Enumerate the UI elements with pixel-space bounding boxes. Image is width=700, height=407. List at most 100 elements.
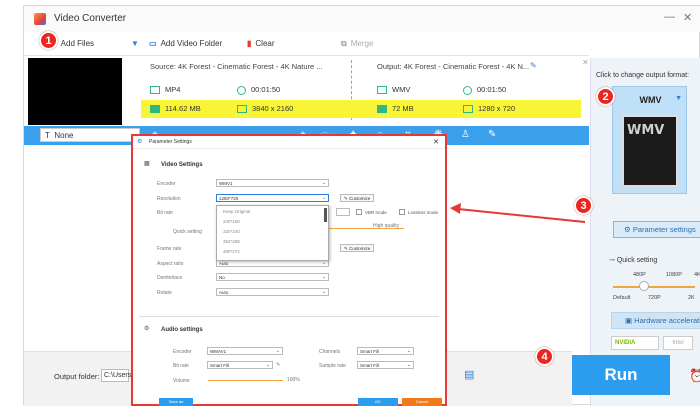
add-video-folder-label: Add Video Folder xyxy=(160,39,223,48)
format-icon xyxy=(377,86,387,95)
app-logo-icon xyxy=(34,13,46,25)
resolution-dropdown-list: Keep Original 240*160 320*240 352*288 48… xyxy=(216,205,329,261)
clear-button[interactable]: ▮ Clear xyxy=(247,39,275,48)
video-thumbnail[interactable] xyxy=(28,58,122,125)
volume-label: Volume xyxy=(173,378,190,384)
rotate-select[interactable]: Auto ⌄ xyxy=(216,288,329,296)
hardware-acceleration-label: Hardware acceleration xyxy=(634,316,700,325)
frame-rate-label: Frame rate xyxy=(157,246,182,252)
dropdown-scrollbar[interactable] xyxy=(324,208,327,222)
intel-toggle[interactable]: Intel xyxy=(663,336,693,350)
resolution-option[interactable]: 480*272 xyxy=(217,246,328,256)
change-format-hint: Click to change output format: xyxy=(596,72,689,79)
resolution-customize-button[interactable]: ✎ Customize xyxy=(340,194,375,202)
channels-label: Channels xyxy=(319,349,341,355)
volume-slider[interactable] xyxy=(208,380,283,381)
bitrate-label: Bit rate xyxy=(157,210,173,216)
output-duration-value: 00:01:50 xyxy=(477,85,507,94)
source-label: Source: 4K Forest - Cinematic Forest - 4… xyxy=(150,62,323,71)
close-icon[interactable]: ✕ xyxy=(683,11,692,24)
add-video-folder-button[interactable]: ▭ Add Video Folder xyxy=(149,39,222,48)
output-folder-input[interactable]: C:\Users\ xyxy=(101,369,133,382)
subtitle-select[interactable]: T None xyxy=(40,128,140,142)
edit-output-icon[interactable]: ✎ xyxy=(530,61,537,70)
sliders-icon: ⚙ xyxy=(624,225,633,234)
section-divider xyxy=(139,316,439,317)
alarm-clock-icon[interactable]: ⏰ xyxy=(689,368,700,384)
deinterlace-select[interactable]: No ⌄ xyxy=(216,273,329,281)
remove-file-icon[interactable]: ✕ xyxy=(582,58,589,67)
nvidia-toggle[interactable]: NVIDIA xyxy=(611,336,659,350)
source-duration-value: 00:01:50 xyxy=(251,85,281,94)
audio-bitrate-select[interactable]: Smart Fill ⌄ xyxy=(207,361,273,369)
resolution-icon xyxy=(237,105,247,114)
encoder-select[interactable]: WMV1 ⌄ xyxy=(216,179,329,187)
merge-label: Merge xyxy=(350,39,374,48)
bitrate-input[interactable] xyxy=(336,208,350,216)
parameter-settings-button[interactable]: ⚙ Parameter settings xyxy=(613,221,700,238)
app-title: Video Converter xyxy=(54,13,127,24)
vbr-mode-checkbox[interactable] xyxy=(356,209,362,215)
merge-button[interactable]: ⧉ Merge xyxy=(341,39,373,49)
aspect-ratio-label: Aspect ratio xyxy=(157,261,184,267)
run-button[interactable]: Run xyxy=(572,355,670,395)
quality-tick-4k: 4K xyxy=(694,272,700,278)
resolution-icon xyxy=(463,105,473,114)
quality-slider[interactable] xyxy=(613,286,695,288)
output-format-selector[interactable]: WMV ▼ WMV xyxy=(612,86,687,194)
add-files-button[interactable]: +Add Files xyxy=(52,39,94,48)
audio-bitrate-value: Smart Fill xyxy=(210,363,229,368)
audio-encoder-select[interactable]: WMAV1 ⌄ xyxy=(207,347,283,355)
deinterlace-value: No xyxy=(219,275,225,280)
minimize-icon[interactable]: — xyxy=(664,11,675,23)
frame-rate-customize-button[interactable]: ✎ Customize xyxy=(340,244,375,252)
chevron-down-icon: ⌄ xyxy=(406,348,411,354)
dialog-close-icon[interactable]: ✕ xyxy=(433,138,439,146)
open-folder-icon[interactable]: ▤ xyxy=(464,368,474,381)
wmv-format-icon: WMV xyxy=(622,115,678,187)
high-quality-label: High quality xyxy=(373,223,400,229)
chevron-down-icon: ⌄ xyxy=(265,362,270,368)
quality-tick-480p: 480P xyxy=(633,272,646,278)
sample-rate-select[interactable]: Smart Fill ⌄ xyxy=(357,361,414,369)
save-as-button[interactable]: Save as xyxy=(159,398,193,406)
ok-button[interactable]: OK xyxy=(358,398,398,406)
volume-value: 100% xyxy=(287,377,300,383)
lossless-mode-checkbox[interactable] xyxy=(399,209,405,215)
add-files-dropdown-icon[interactable]: ▼ xyxy=(131,39,139,48)
lossless-mode-label: Lossless mode xyxy=(408,210,439,215)
channels-select[interactable]: Smart Fill ⌄ xyxy=(357,347,414,355)
video-settings-heading: Video Settings xyxy=(161,162,203,168)
edit-icon[interactable]: ✎ xyxy=(488,129,496,140)
quick-setting-text: Quick setting xyxy=(616,257,658,264)
chevron-down-icon: ⌄ xyxy=(321,180,326,186)
quality-tick-1080p: 1080P xyxy=(666,272,682,278)
format-dropdown-icon: ▼ xyxy=(675,95,682,102)
quality-slider-handle[interactable] xyxy=(639,281,649,291)
output-size-value: 72 MB xyxy=(392,104,414,113)
watermark-icon[interactable]: ♙ xyxy=(461,129,470,140)
source-duration: 00:01:50 xyxy=(237,85,280,95)
resolution-option[interactable]: Keep Original xyxy=(217,206,328,216)
output-format-value: WMV xyxy=(392,85,411,94)
pencil-icon[interactable]: ✎ xyxy=(276,362,280,368)
rotate-value: Auto xyxy=(219,290,229,295)
right-panel: Click to change output format: WMV ▼ WMV… xyxy=(590,58,700,406)
resolution-option[interactable]: 352*288 xyxy=(217,236,328,246)
chevron-down-icon: ⌄ xyxy=(275,348,280,354)
resolution-option[interactable]: 320*240 xyxy=(217,226,328,236)
quality-tick-2k: 2K xyxy=(688,295,695,301)
parameter-settings-dialog: ⚙ Parameter Settings ✕ ▦ Video Settings … xyxy=(131,134,447,406)
sample-rate-value: Smart Fill xyxy=(360,363,379,368)
hardware-acceleration-button[interactable]: ▣ Hardware acceleration xyxy=(611,312,700,329)
chevron-down-icon: ⌄ xyxy=(406,362,411,368)
deinterlace-label: Deinterlace xyxy=(157,275,183,281)
encoder-value: WMV1 xyxy=(219,181,233,186)
output-resolution: 1280 x 720 xyxy=(463,104,515,114)
sample-rate-label: Sample rate xyxy=(319,363,346,369)
output-label: Output: 4K Forest - Cinematic Forest - 4… xyxy=(377,62,530,71)
quick-setting-icon: ⊸ xyxy=(609,257,617,264)
cancel-button[interactable]: Cancel xyxy=(402,398,442,406)
resolution-option[interactable]: 240*160 xyxy=(217,216,328,226)
resolution-select[interactable]: 1280*720 ⌄ xyxy=(216,194,329,202)
